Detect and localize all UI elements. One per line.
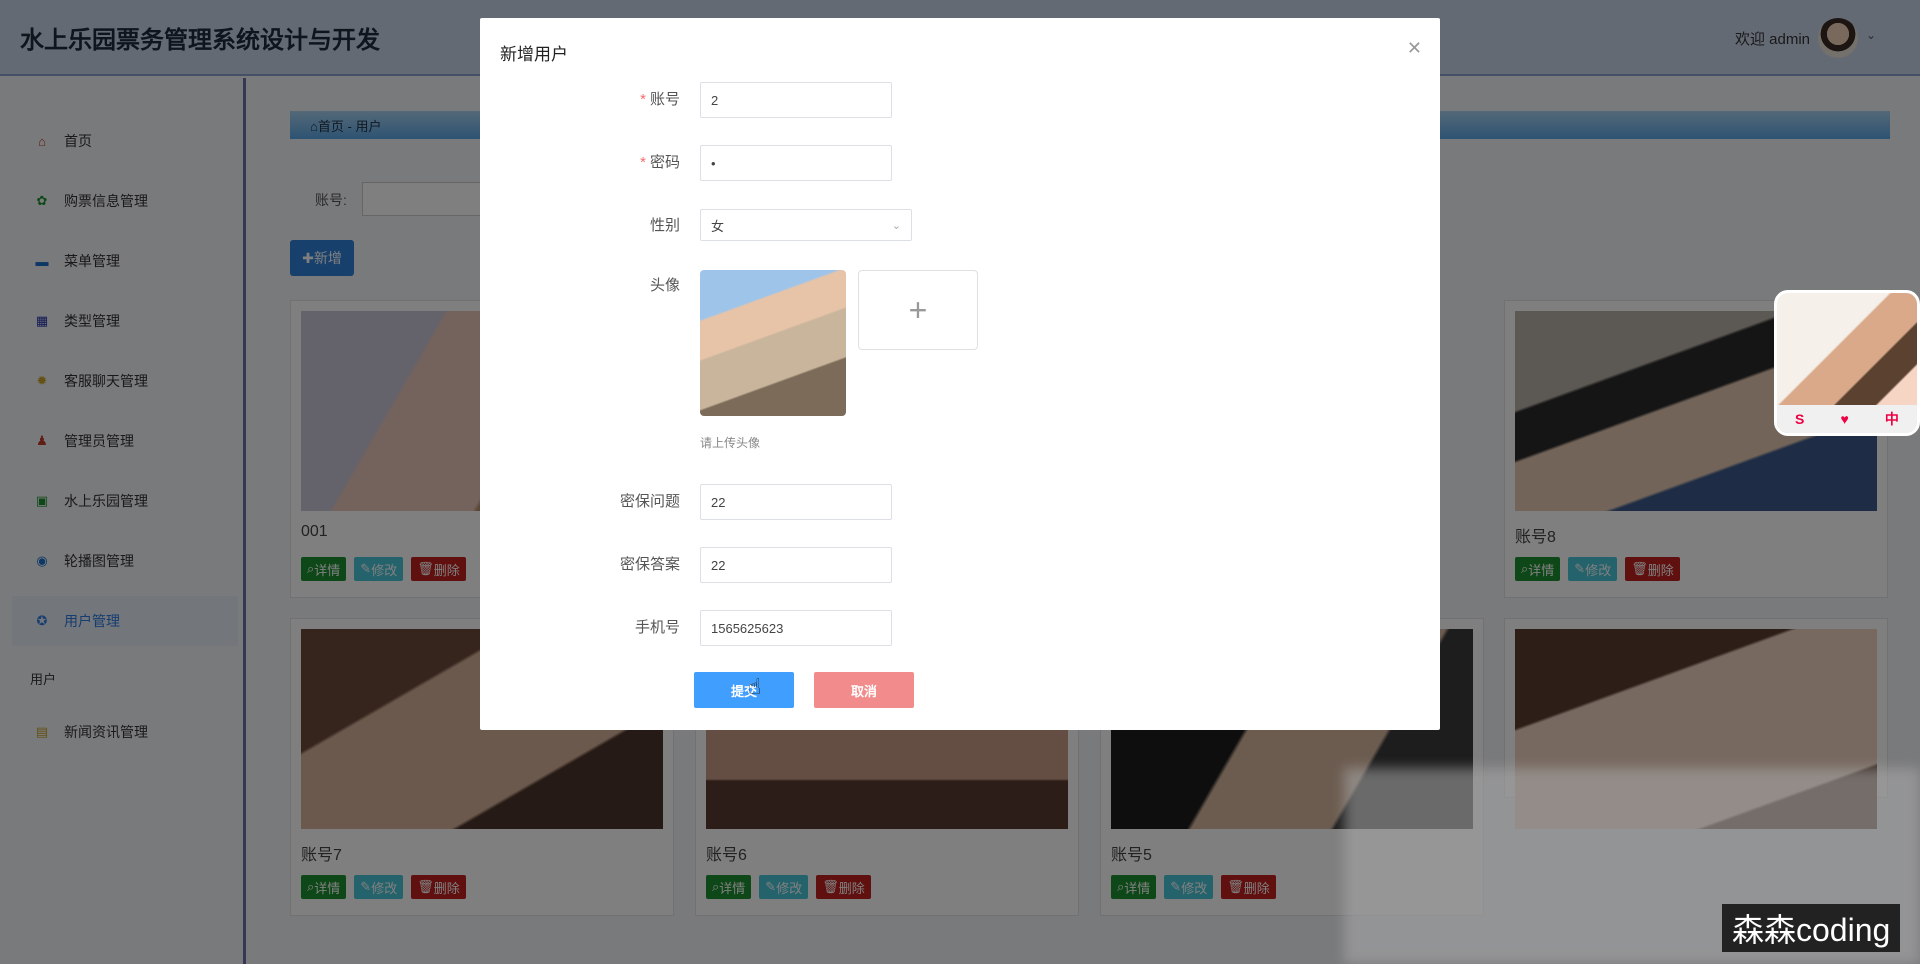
avatar-upload-button[interactable]: +	[858, 270, 978, 350]
phone-field[interactable]: 1565625623	[700, 610, 892, 646]
password-field[interactable]: •	[700, 145, 892, 181]
cancel-button[interactable]: 取消	[814, 672, 914, 708]
close-icon[interactable]: ✕	[1407, 38, 1422, 59]
gender-value: 女	[711, 218, 725, 234]
required-mark: *	[640, 154, 646, 171]
question-label: 密保问题	[619, 493, 680, 510]
required-mark: *	[640, 91, 646, 108]
answer-label: 密保答案	[619, 556, 680, 573]
security-answer-field[interactable]: 22	[700, 547, 892, 583]
account-field[interactable]: 2	[700, 82, 892, 118]
password-label-text: 密码	[649, 154, 680, 171]
phone-label: 手机号	[634, 619, 680, 636]
dialog-title: 新增用户	[500, 45, 568, 64]
password-label: * 密码	[480, 151, 680, 172]
account-label-text: 账号	[649, 91, 680, 108]
gender-select[interactable]: 女 ⌄	[700, 209, 912, 241]
avatar-label: 头像	[649, 277, 680, 294]
floating-video-thumbnail[interactable]: S ♥ 中	[1774, 290, 1920, 436]
add-user-dialog: 新增用户 ✕ * 账号 2 * 密码 • 性别 女 ⌄ 头像 + 请上传头像 密保问…	[480, 18, 1440, 730]
chevron-down-icon: ⌄	[891, 219, 901, 232]
hand-cursor-icon: ☝	[748, 674, 762, 699]
avatar-hint: 请上传头像	[700, 436, 761, 450]
submit-button[interactable]: 提交	[694, 672, 794, 708]
thumbnail-toolbar: S ♥ 中	[1777, 405, 1917, 433]
gender-label: 性别	[649, 217, 680, 234]
avatar-preview[interactable]	[700, 270, 846, 416]
security-question-field[interactable]: 22	[700, 484, 892, 520]
watermark: 森森coding	[1722, 904, 1901, 952]
account-label: * 账号	[480, 88, 680, 109]
plus-icon: +	[908, 291, 928, 328]
